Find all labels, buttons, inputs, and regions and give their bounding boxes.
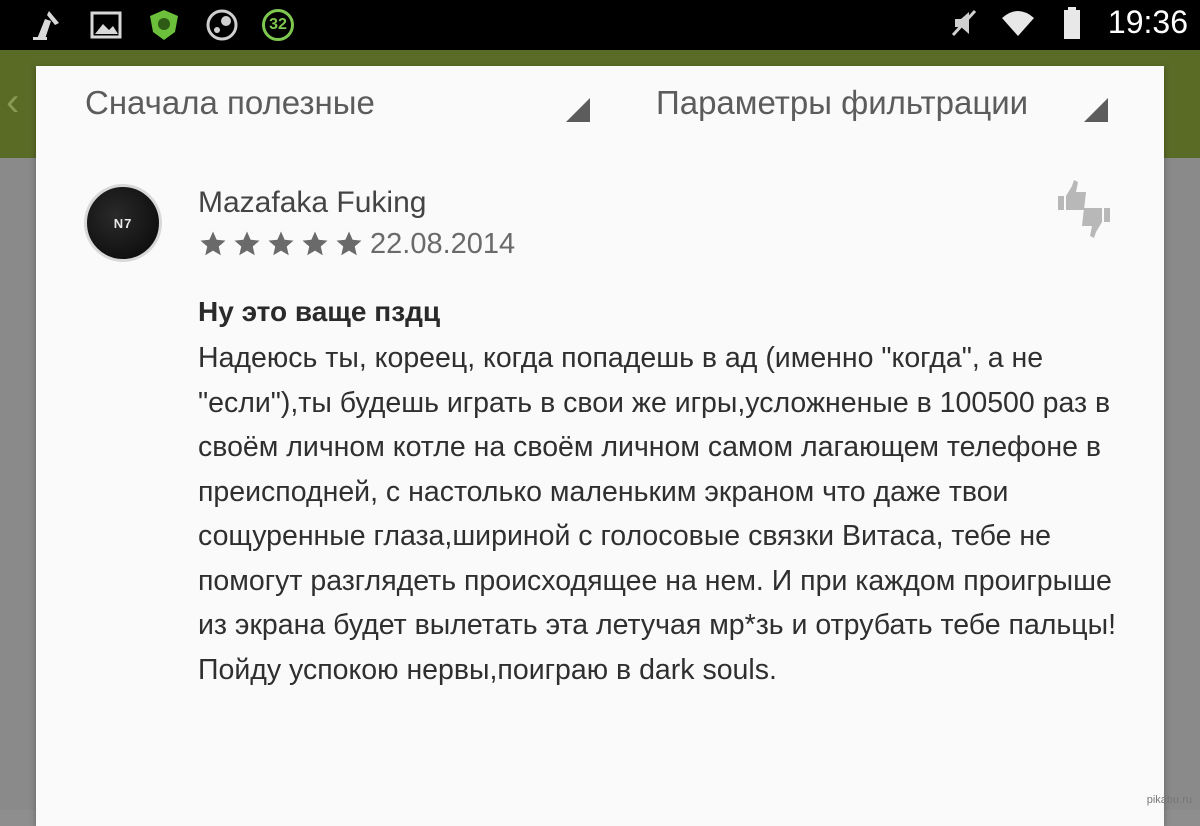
filter-dropdown-arrow-icon[interactable] — [1084, 98, 1108, 122]
reviews-dialog: Сначала полезные Параметры фильтрации N7… — [36, 66, 1164, 826]
sort-dropdown-arrow-icon[interactable] — [566, 98, 590, 122]
steam-icon — [204, 8, 240, 42]
star-icon — [302, 231, 328, 256]
avatar[interactable]: N7 — [84, 184, 162, 262]
star-icon — [336, 231, 362, 256]
wifi-icon — [1000, 6, 1036, 40]
cleaner-icon — [30, 8, 66, 42]
sort-dropdown[interactable]: Сначала полезные — [85, 84, 375, 122]
review-date: 22.08.2014 — [370, 228, 516, 260]
review-body: Надеюсь ты, кореец, когда попадешь в ад … — [198, 342, 1117, 686]
status-bar-right-icons: 19:36 — [946, 4, 1188, 41]
helpful-vote-icon[interactable] — [1054, 178, 1114, 240]
notification-count: 32 — [269, 16, 287, 33]
battery-icon — [1054, 6, 1090, 40]
mute-icon — [946, 6, 982, 40]
watermark: pikabu.ru — [1146, 794, 1192, 806]
review-title: Ну это ваще пздц — [198, 296, 441, 327]
badge-32-icon: 32 — [262, 9, 294, 41]
status-bar: 32 19:36 — [0, 0, 1200, 50]
filter-row: Сначала полезные Параметры фильтрации — [36, 66, 1164, 146]
star-icon — [200, 231, 226, 256]
review-author: Mazafaka Fuking — [198, 186, 427, 219]
shield-app-icon — [146, 8, 182, 42]
star-icon — [268, 231, 294, 256]
back-chevron-icon[interactable]: ‹ — [6, 80, 19, 125]
filter-dropdown[interactable]: Параметры фильтрации — [656, 84, 1028, 122]
gallery-icon — [88, 8, 124, 42]
avatar-logo-text: N7 — [113, 215, 133, 231]
clock: 19:36 — [1107, 4, 1188, 40]
star-rating — [198, 229, 364, 259]
star-icon — [234, 231, 260, 256]
status-bar-left-icons: 32 — [30, 8, 294, 42]
